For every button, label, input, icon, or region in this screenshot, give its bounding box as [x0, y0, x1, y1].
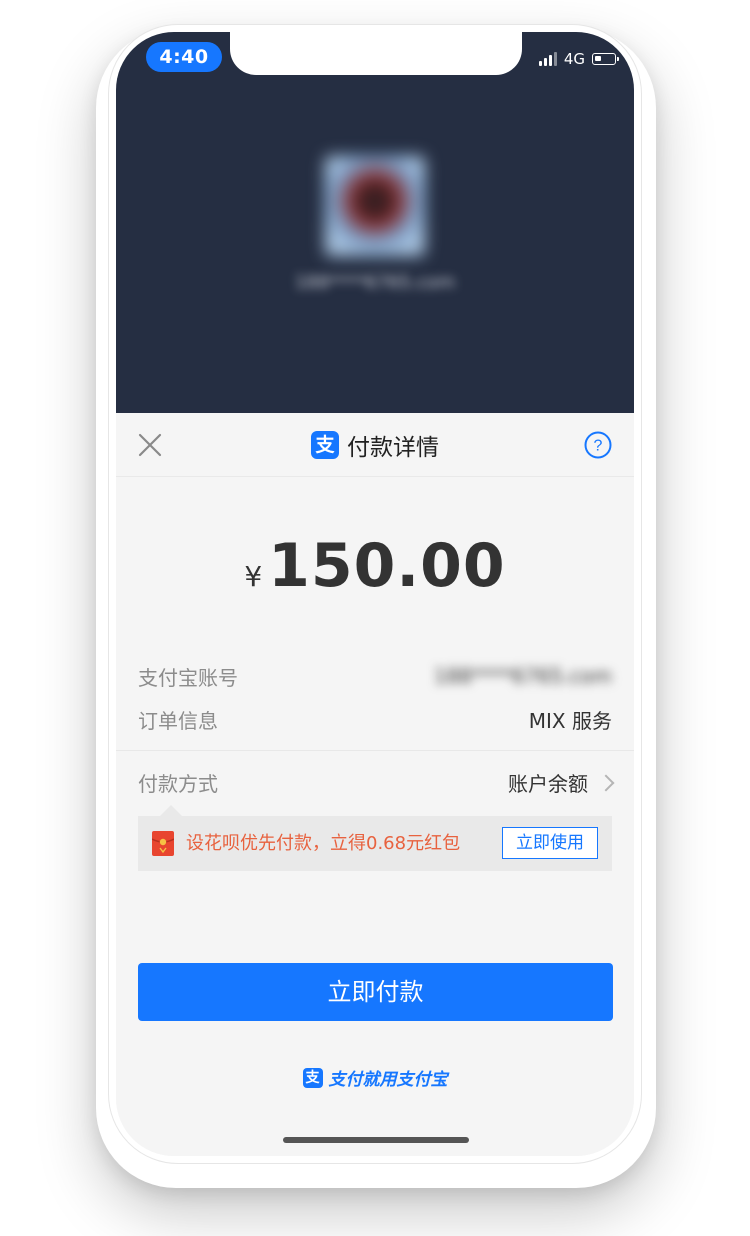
status-indicators: 4G	[538, 50, 619, 68]
svg-text:?: ?	[594, 438, 603, 455]
chevron-right-icon	[597, 774, 615, 791]
section-divider	[116, 750, 634, 751]
payment-amount: ¥150.00	[116, 531, 634, 601]
use-now-button[interactable]: 立即使用	[502, 827, 598, 859]
phone-screen: 188****6765.com 4:40 4G 支 付款详情 ? ¥ 150.0…	[116, 32, 634, 1156]
promo-pointer	[160, 805, 182, 816]
footer-brand: 支 支付就用支付宝	[116, 1065, 634, 1090]
battery-level	[595, 56, 601, 61]
promo-banner: 设花呗优先付款，立得0.68元红包 立即使用	[138, 805, 612, 871]
alipay-logo-icon: 支	[311, 431, 339, 459]
merchant-avatar	[325, 156, 425, 256]
sheet-title: 付款详情	[347, 435, 439, 461]
amount-value: 150.00	[268, 531, 506, 601]
status-time: 4:40	[146, 42, 222, 72]
sheet-title-wrap: 支 付款详情	[116, 413, 634, 477]
footer-slogan: 支付就用支付宝	[328, 1070, 448, 1090]
order-label: 订单信息	[138, 708, 218, 733]
alipay-footer-logo-icon: 支	[302, 1067, 323, 1088]
order-row: 订单信息 MIX 服务	[138, 704, 612, 734]
account-row: 支付宝账号 188****6765.com	[138, 661, 612, 691]
currency-symbol: ¥	[244, 560, 263, 593]
account-label: 支付宝账号	[138, 665, 238, 690]
device-notch	[230, 32, 522, 75]
sheet-header: 支 付款详情 ?	[116, 413, 634, 477]
payment-sheet: 支 付款详情 ? ¥150.00 支付宝账号 188****6765.com 订…	[116, 413, 634, 1156]
signal-icon	[538, 52, 557, 66]
help-icon[interactable]: ?	[584, 431, 612, 459]
promo-text: 设花呗优先付款，立得0.68元红包	[186, 833, 461, 854]
order-value: MIX 服务	[528, 708, 612, 733]
payment-method-value-wrap: 账户余额	[508, 768, 615, 797]
account-value: 188****6765.com	[433, 664, 612, 688]
payment-method-value: 账户余额	[508, 771, 588, 796]
merchant-name: 188****6765.com	[294, 272, 456, 293]
close-icon[interactable]	[138, 433, 162, 457]
battery-icon	[592, 53, 619, 65]
home-indicator[interactable]	[283, 1137, 469, 1143]
merchant-header: 188****6765.com	[116, 32, 634, 413]
pay-now-button[interactable]: 立即付款	[138, 963, 613, 1021]
payment-method-row[interactable]: 付款方式 账户余额	[138, 767, 615, 797]
payment-method-label: 付款方式	[138, 771, 218, 796]
network-type: 4G	[563, 50, 585, 68]
red-packet-icon	[152, 831, 174, 856]
